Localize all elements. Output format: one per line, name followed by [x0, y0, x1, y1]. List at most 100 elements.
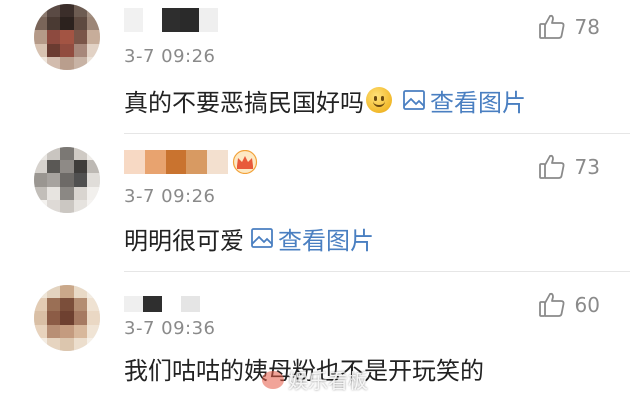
like-count: 60: [574, 293, 600, 317]
username-blurred[interactable]: [124, 8, 218, 32]
avatar-mosaic-cell: [60, 160, 74, 174]
avatar-mosaic-cell: [34, 298, 48, 312]
avatar-mosaic-cell: [73, 311, 87, 325]
avatar-mosaic-cell: [60, 17, 74, 31]
avatar-mosaic-cell: [34, 186, 48, 200]
avatar-mosaic-cell: [34, 4, 48, 18]
image-icon: [403, 90, 425, 110]
avatar-mosaic-cell: [47, 160, 61, 174]
avatar-mosaic-cell: [60, 324, 74, 338]
avatar-mosaic-cell: [86, 4, 100, 18]
crown-icon: [232, 150, 258, 174]
username-blur-block: [124, 296, 143, 312]
username-blur-block: [199, 8, 218, 32]
avatar-mosaic-cell: [60, 56, 74, 70]
comment-text-content: 明明很可爱: [124, 226, 244, 255]
avatar-mosaic-cell: [47, 173, 61, 187]
username-blurred[interactable]: [124, 150, 228, 174]
like-button[interactable]: 60: [537, 290, 600, 320]
comment-item: 3-7 09:26 73 明明很可爱 查看图片: [0, 134, 630, 272]
avatar-mosaic-cell: [60, 43, 74, 57]
avatar-mosaic-cell: [86, 285, 100, 299]
username-blur-block: [186, 150, 208, 174]
avatar-mosaic-cell: [34, 160, 48, 174]
avatar-mosaic-cell: [47, 30, 61, 44]
username-blur-block: [162, 296, 181, 312]
comment-time: 3-7 09:26: [124, 186, 216, 207]
avatar[interactable]: [34, 285, 100, 351]
username-blur-block: [181, 296, 200, 312]
avatar-mosaic-cell: [86, 199, 100, 213]
avatar-mosaic-cell: [47, 56, 61, 70]
watermark: 娱乐看板: [262, 365, 368, 394]
avatar-mosaic-cell: [60, 311, 74, 325]
avatar-mosaic-cell: [86, 56, 100, 70]
avatar-mosaic-cell: [34, 337, 48, 351]
comment-text-content: 真的不要恶搞民国好吗: [124, 88, 364, 117]
avatar-mosaic-cell: [47, 4, 61, 18]
avatar-mosaic-cell: [34, 56, 48, 70]
avatar[interactable]: [34, 147, 100, 213]
thumbs-up-icon: [538, 154, 565, 179]
avatar-mosaic-cell: [73, 160, 87, 174]
smile-emoji-icon: [366, 87, 392, 113]
avatar-mosaic-cell: [86, 186, 100, 200]
avatar-mosaic-cell: [34, 311, 48, 325]
view-image-link[interactable]: 查看图片: [402, 83, 526, 118]
avatar-mosaic-cell: [34, 199, 48, 213]
avatar-mosaic-cell: [73, 4, 87, 18]
avatar-mosaic-cell: [34, 173, 48, 187]
avatar[interactable]: [34, 4, 100, 70]
avatar-mosaic-cell: [73, 147, 87, 161]
username-blur-block: [161, 8, 181, 32]
avatar-mosaic-cell: [60, 298, 74, 312]
avatar-mosaic-cell: [86, 173, 100, 187]
view-image-link[interactable]: 查看图片: [250, 221, 374, 256]
username-blur-block: [143, 296, 162, 312]
avatar-mosaic-cell: [60, 30, 74, 44]
avatar-mosaic-cell: [60, 173, 74, 187]
avatar-mosaic-cell: [60, 186, 74, 200]
avatar-mosaic-cell: [34, 285, 48, 299]
avatar-mosaic-cell: [47, 324, 61, 338]
avatar-mosaic-cell: [73, 30, 87, 44]
avatar-mosaic-cell: [73, 186, 87, 200]
avatar-mosaic-cell: [47, 337, 61, 351]
avatar-mosaic-cell: [86, 160, 100, 174]
username-blur-block: [142, 8, 162, 32]
avatar-mosaic-cell: [86, 147, 100, 161]
comment-time: 3-7 09:36: [124, 318, 216, 339]
view-image-label: 查看图片: [430, 88, 526, 117]
username-blur-block: [207, 150, 228, 174]
view-image-label: 查看图片: [278, 226, 374, 255]
avatar-mosaic-cell: [73, 285, 87, 299]
avatar-mosaic-cell: [86, 324, 100, 338]
avatar-mosaic-cell: [47, 311, 61, 325]
comment-text: 真的不要恶搞民国好吗 查看图片: [124, 82, 526, 118]
avatar-mosaic-cell: [86, 43, 100, 57]
avatar-mosaic-cell: [34, 147, 48, 161]
avatar-mosaic-cell: [73, 17, 87, 31]
like-count: 78: [574, 15, 600, 39]
avatar-mosaic-cell: [86, 311, 100, 325]
avatar-mosaic-cell: [47, 186, 61, 200]
like-button[interactable]: 73: [537, 152, 600, 182]
watermark-text: 娱乐看板: [288, 369, 368, 393]
avatar-mosaic-cell: [60, 199, 74, 213]
avatar-mosaic-cell: [86, 298, 100, 312]
avatar-mosaic-cell: [73, 173, 87, 187]
avatar-mosaic-cell: [34, 43, 48, 57]
avatar-mosaic-cell: [47, 199, 61, 213]
avatar-mosaic-cell: [73, 199, 87, 213]
avatar-mosaic-cell: [47, 285, 61, 299]
thumbs-up-icon: [538, 292, 565, 317]
thumbs-up-icon: [538, 14, 565, 39]
username-blur-block: [144, 150, 166, 174]
username-blur-block: [124, 8, 143, 32]
avatar-mosaic-cell: [60, 337, 74, 351]
like-button[interactable]: 78: [537, 12, 600, 42]
username-blurred[interactable]: [124, 296, 200, 312]
avatar-mosaic-cell: [34, 17, 48, 31]
avatar-mosaic-cell: [86, 337, 100, 351]
avatar-mosaic-cell: [86, 17, 100, 31]
